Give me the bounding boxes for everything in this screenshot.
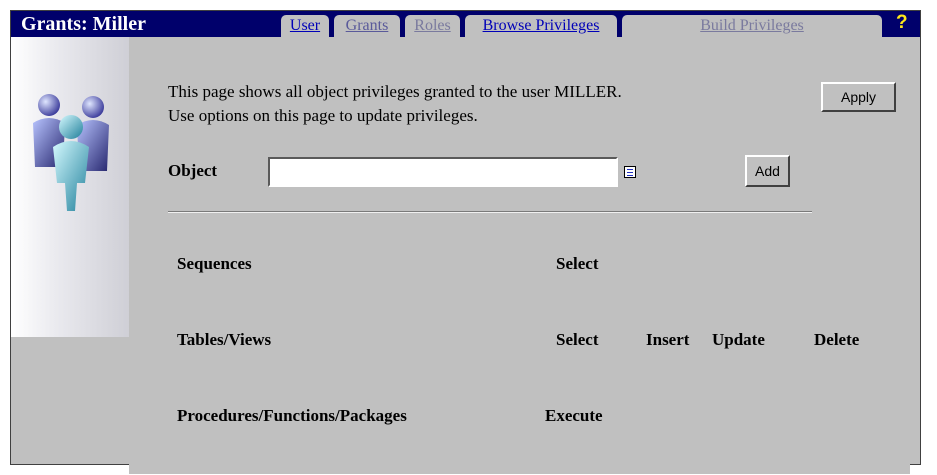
- title-bar: Grants: Miller User Grants Roles Browse …: [11, 11, 920, 39]
- page-title: Grants: Miller: [21, 13, 146, 35]
- help-icon[interactable]: ?: [896, 12, 908, 34]
- users-group-icon: [33, 94, 109, 211]
- section-label-tables-views: Tables/Views: [177, 330, 272, 349]
- tab-grants[interactable]: Grants: [334, 15, 400, 39]
- intro-line-2: Use options on this page to update privi…: [168, 106, 478, 125]
- privilege-update-tables[interactable]: Update: [712, 330, 765, 350]
- privilege-delete-tables[interactable]: Delete: [814, 330, 859, 350]
- divider: [168, 211, 812, 213]
- tab-browse-privileges[interactable]: Browse Privileges: [465, 15, 617, 39]
- privilege-select-sequences[interactable]: Select: [556, 254, 598, 274]
- object-input[interactable]: [268, 157, 618, 187]
- intro-line-1: This page shows all object privileges gr…: [168, 82, 622, 101]
- grants-window: Grants: Miller User Grants Roles Browse …: [10, 10, 921, 474]
- section-label-sequences: Sequences: [177, 254, 252, 273]
- privilege-select-tables[interactable]: Select: [556, 330, 598, 350]
- privilege-execute-procedures[interactable]: Execute: [545, 406, 603, 426]
- users-group-graphic: [11, 37, 129, 337]
- add-button[interactable]: Add: [745, 155, 790, 187]
- apply-button[interactable]: Apply: [821, 82, 896, 112]
- tab-build-privileges: Build Privileges: [622, 15, 882, 39]
- intro-text: This page shows all object privileges gr…: [168, 80, 622, 128]
- object-label: Object: [168, 161, 218, 180]
- privilege-insert-tables[interactable]: Insert: [646, 330, 689, 350]
- list-of-values-icon[interactable]: [624, 166, 636, 178]
- tab-user[interactable]: User: [281, 15, 329, 39]
- tab-roles: Roles: [405, 15, 460, 39]
- section-label-procedures: Procedures/Functions/Packages: [177, 406, 407, 425]
